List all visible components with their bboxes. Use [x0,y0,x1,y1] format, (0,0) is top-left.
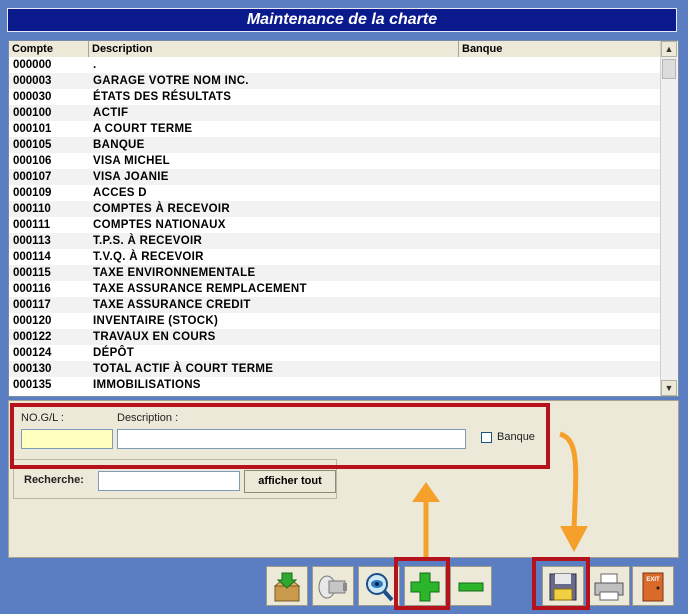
cell-compte: 000000 [13,59,52,71]
table-row[interactable]: 000114 T.V.Q. À RECEVOIR [9,249,661,265]
scroll-up-icon[interactable]: ▲ [661,41,677,57]
cell-description: T.V.Q. À RECEVOIR [93,251,204,263]
app-window: Maintenance de la charte Compte Descript… [0,0,688,614]
grid-header: Compte Description Banque [9,41,663,58]
table-row[interactable]: 000030 ÉTATS DES RÉSULTATS [9,89,661,105]
table-row[interactable]: 000116 TAXE ASSURANCE REMPLACEMENT [9,281,661,297]
table-row[interactable]: 000106 VISA MICHEL [9,153,661,169]
flashlight-button[interactable] [312,566,354,606]
cell-compte: 000115 [13,267,51,279]
cell-compte: 000122 [13,331,52,343]
table-row[interactable]: 000110 COMPTES À RECEVOIR [9,201,661,217]
remove-button[interactable] [450,566,492,606]
table-row[interactable]: 000000. [9,57,661,73]
search-input[interactable] [98,471,240,491]
cell-description: BANQUE [93,139,145,151]
table-row[interactable]: 000109 ACCES D [9,185,661,201]
accounts-grid[interactable]: Compte Description Banque 000000. 000003 G… [8,40,679,397]
table-row[interactable]: 000003 GARAGE VOTRE NOM INC. [9,73,661,89]
scroll-down-icon[interactable]: ▼ [661,380,677,396]
table-row[interactable]: 000117 TAXE ASSURANCE CREDIT [9,297,661,313]
table-row[interactable]: 000124 DÉPÔT [9,345,661,361]
exit-button[interactable]: EXIT [632,566,674,606]
cell-compte: 000003 [13,75,52,87]
table-row[interactable]: 000120 INVENTAIRE (STOCK) [9,313,661,329]
view-icon [366,573,394,602]
cell-compte: 000107 [13,171,52,183]
print-button[interactable] [588,566,630,606]
cell-compte: 000101 [13,123,52,135]
table-row[interactable]: 000115 TAXE ENVIRONNEMENTALE [9,265,661,281]
cell-compte: 000114 [13,251,51,263]
table-row[interactable]: 000107 VISA JOANIE [9,169,661,185]
cell-description: COMPTES NATIONAUX [93,219,226,231]
show-all-button[interactable]: afficher tout [244,470,336,493]
cell-description: ACCES D [93,187,147,199]
window-title-bar: Maintenance de la charte [7,8,677,32]
cell-description: IMMOBILISATIONS [93,379,201,391]
cell-compte: 000113 [13,235,51,247]
search-label: Recherche: [24,474,84,486]
cell-description: DÉPÔT [93,347,135,359]
vertical-scrollbar[interactable]: ▲ ▼ [660,41,678,396]
cell-description: TAXE ENVIRONNEMENTALE [93,267,256,279]
arrow-down-curved-icon [559,431,588,552]
column-header-banque[interactable]: Banque [459,41,663,57]
column-header-description[interactable]: Description [89,41,459,57]
flashlight-icon [318,575,347,599]
cell-description: TOTAL ACTIF À COURT TERME [93,363,274,375]
table-row[interactable]: 000105 BANQUE [9,137,661,153]
import-icon [273,572,301,602]
table-row[interactable]: 000113 T.P.S. À RECEVOIR [9,233,661,249]
cell-description: COMPTES À RECEVOIR [93,203,231,215]
cell-compte: 000124 [13,347,52,359]
highlight-add-button [394,557,450,610]
column-header-compte[interactable]: Compte [9,41,89,57]
highlight-save-button [532,557,590,610]
cell-compte: 000106 [13,155,52,167]
cell-description: T.P.S. À RECEVOIR [93,235,203,247]
cell-compte: 000100 [13,107,52,119]
cell-description: ACTIF [93,107,129,119]
cell-description: VISA JOANIE [93,171,169,183]
highlight-entry-fields [10,403,550,469]
cell-compte: 000135 [13,379,52,391]
cell-description: TAXE ASSURANCE CREDIT [93,299,251,311]
table-row[interactable]: 000101 A COURT TERME [9,121,661,137]
cell-compte: 000030 [13,91,52,103]
cell-compte: 000105 [13,139,52,151]
cell-description: TRAVAUX EN COURS [93,331,216,343]
table-row[interactable]: 000130 TOTAL ACTIF À COURT TERME [9,361,661,377]
remove-icon [458,582,484,592]
cell-description: A COURT TERME [93,123,193,135]
cell-compte: 000109 [13,187,52,199]
grid-rows: 000000. 000003 GARAGE VOTRE NOM INC. 000030… [9,57,661,396]
exit-label: EXIT [646,577,660,583]
window-title: Maintenance de la charte [246,11,438,28]
cell-description: TAXE ASSURANCE REMPLACEMENT [93,283,307,295]
cell-description: . [93,59,97,71]
cell-description: ÉTATS DES RÉSULTATS [93,91,232,103]
exit-icon: EXIT [642,572,664,602]
cell-compte: 000116 [13,283,51,295]
cell-compte: 000111 [13,219,51,231]
cell-description: GARAGE VOTRE NOM INC. [93,75,249,87]
cell-compte: 000117 [13,299,51,311]
cell-description: VISA MICHEL [93,155,170,167]
table-row[interactable]: 000111 COMPTES NATIONAUX [9,217,661,233]
import-button[interactable] [266,566,308,606]
table-row[interactable]: 000135 IMMOBILISATIONS [9,377,661,393]
scroll-thumb[interactable] [662,59,676,79]
cell-compte: 000120 [13,315,52,327]
cell-compte: 000110 [13,203,51,215]
table-row[interactable]: 000100 ACTIF [9,105,661,121]
arrow-up-icon [412,482,440,560]
table-row[interactable]: 000122 TRAVAUX EN COURS [9,329,661,345]
print-icon [594,573,624,601]
cell-compte: 000130 [13,363,52,375]
cell-description: INVENTAIRE (STOCK) [93,315,219,327]
